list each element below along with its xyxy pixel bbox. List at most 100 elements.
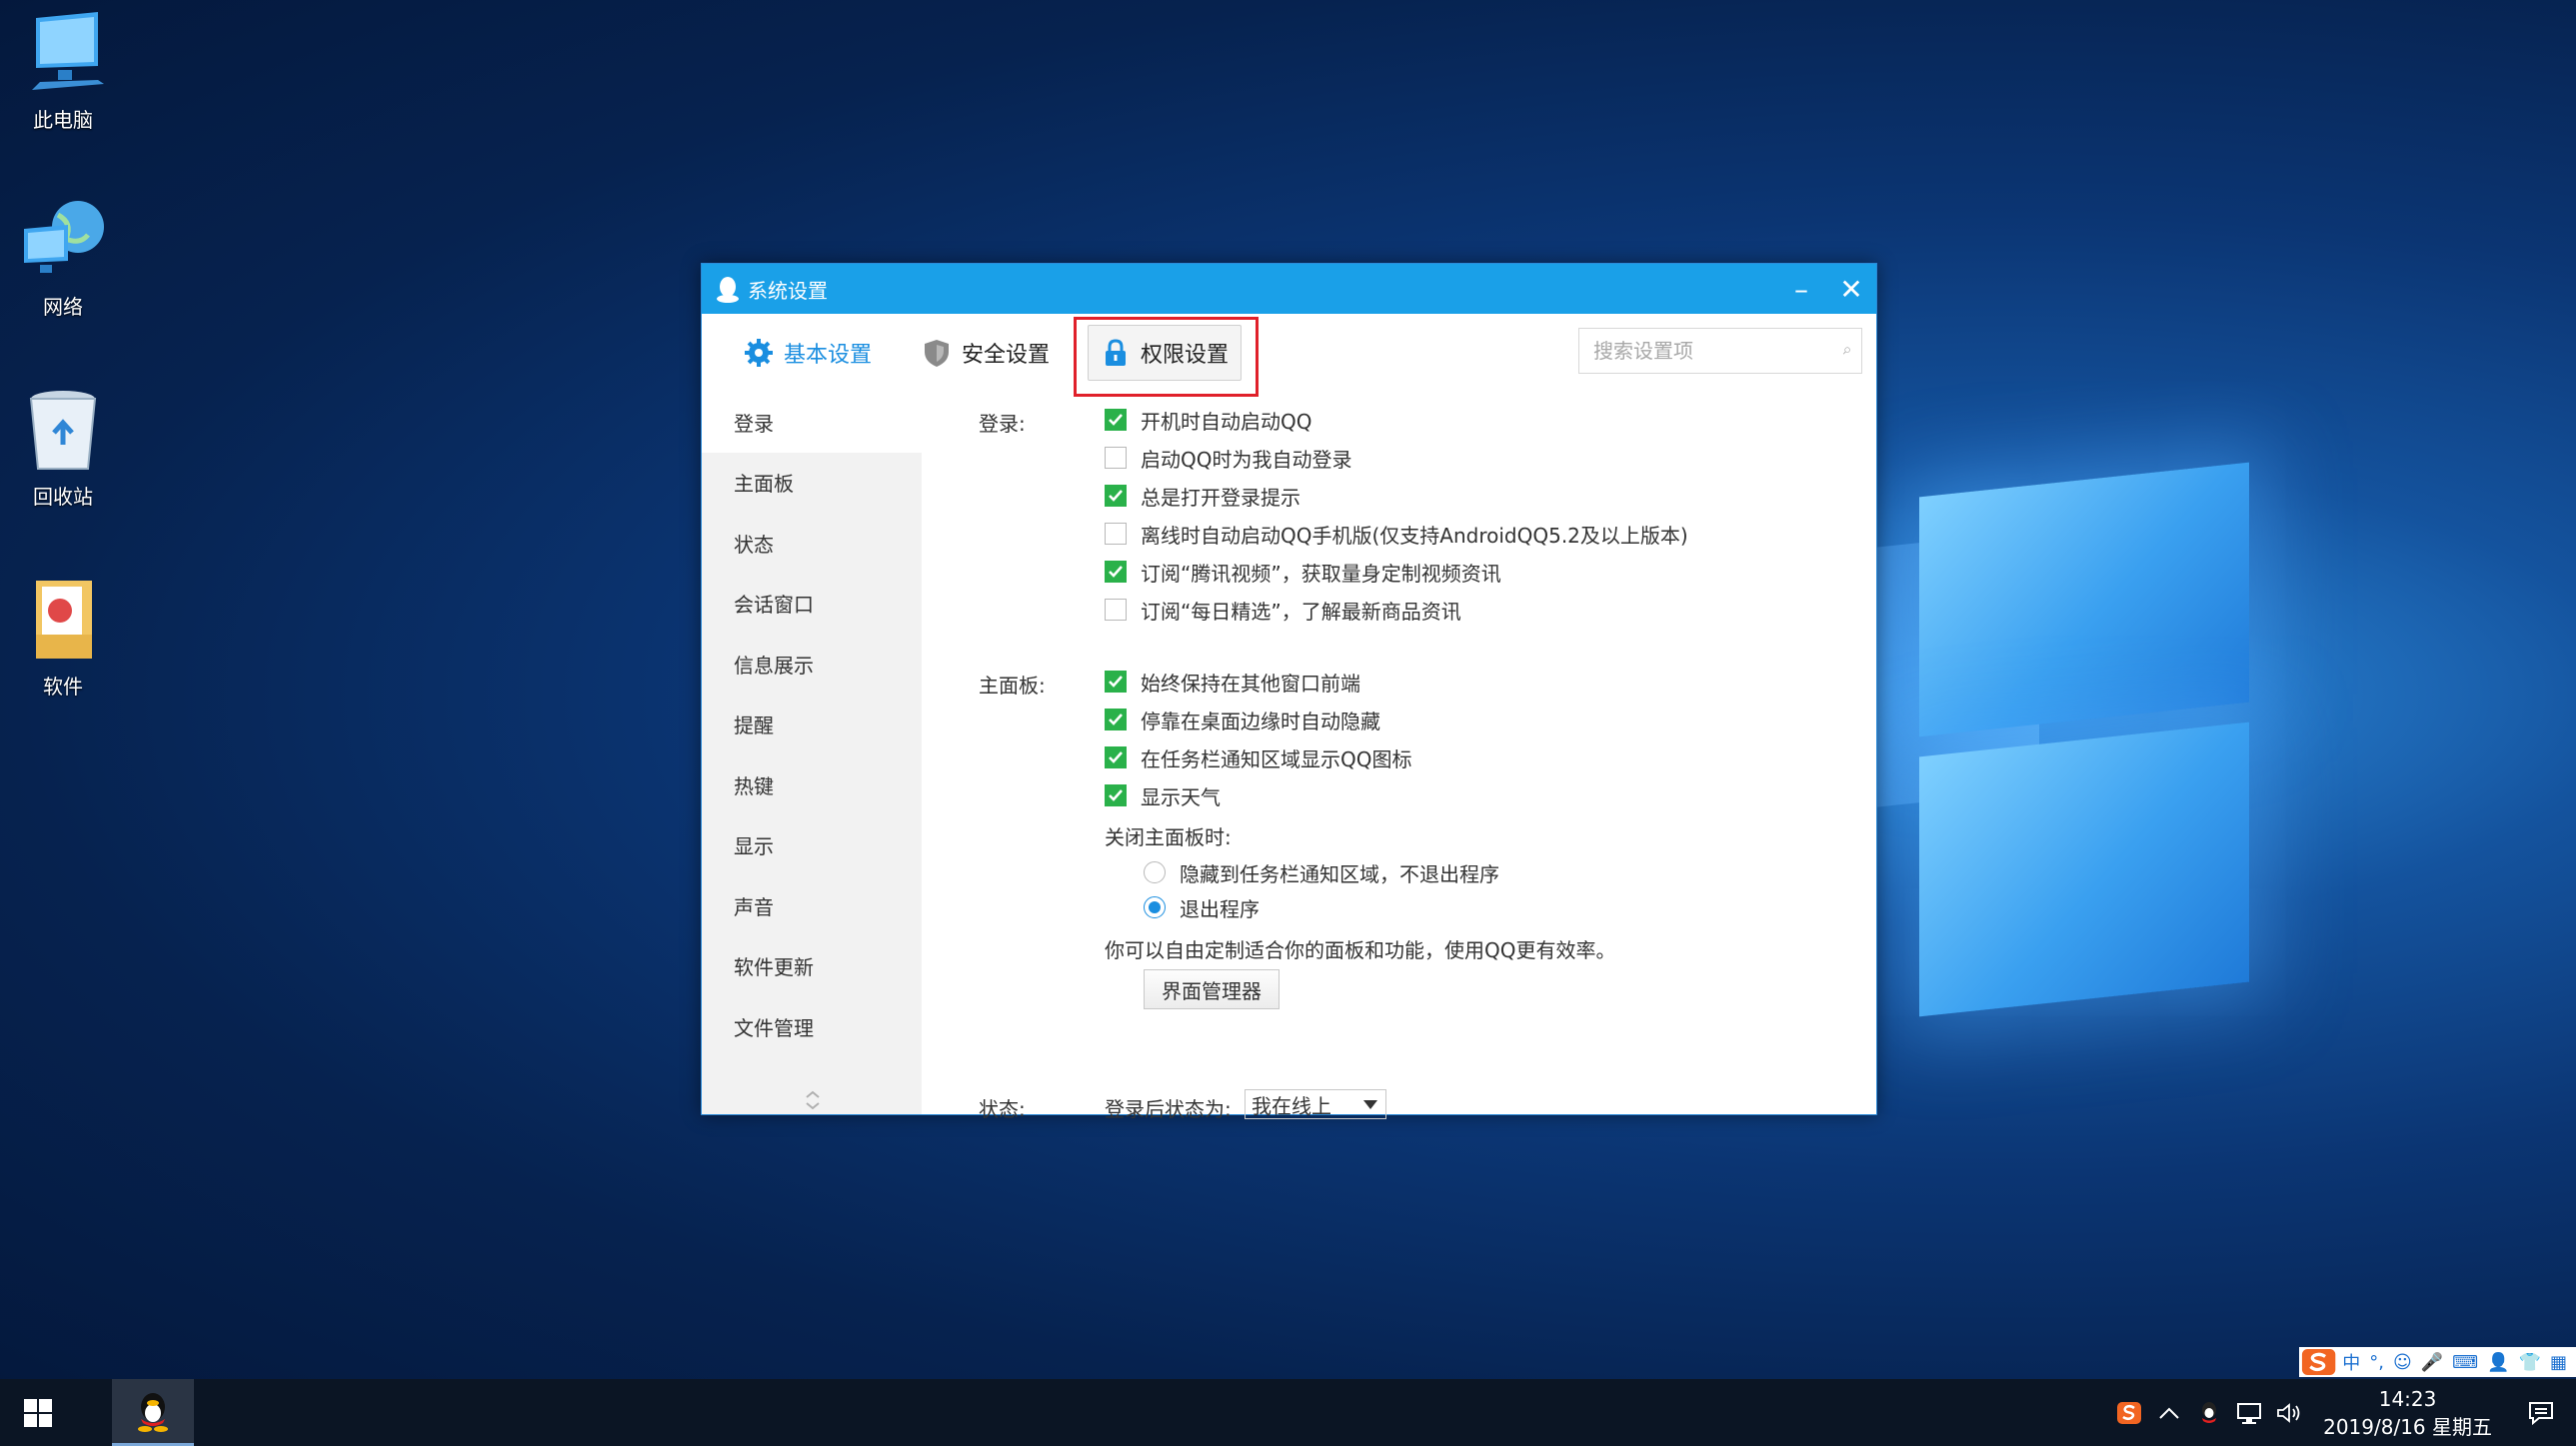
qq-tray-icon[interactable] bbox=[2189, 1379, 2229, 1446]
option-label: 开机时自动启动QQ bbox=[1141, 409, 1312, 434]
login-status-select[interactable]: 我在线上 bbox=[1245, 1089, 1386, 1119]
option-label: 离线时自动启动QQ手机版(仅支持AndroidQQ5.2及以上版本) bbox=[1141, 523, 1688, 548]
option-label: 始终保持在其他窗口前端 bbox=[1141, 671, 1360, 696]
sidebar-item-status[interactable]: 状态 bbox=[702, 513, 922, 574]
status-select-value: 我在线上 bbox=[1252, 1093, 1331, 1118]
clock-date: 2019/8/16 星期五 bbox=[2323, 1414, 2492, 1439]
radio-exit-program[interactable]: 退出程序 bbox=[1144, 892, 1260, 922]
option-always-on-top[interactable]: 始终保持在其他窗口前端 bbox=[1105, 667, 1360, 697]
sidebar-item-info-display[interactable]: 信息展示 bbox=[702, 634, 922, 695]
option-login-tips[interactable]: 总是打开登录提示 bbox=[1105, 481, 1300, 511]
sidebar-item-hotkeys[interactable]: 热键 bbox=[702, 754, 922, 815]
qq-penguin-icon bbox=[138, 1393, 168, 1432]
settings-search-box[interactable] bbox=[1578, 328, 1862, 374]
desktop-icon-recycle-bin[interactable]: 回收站 bbox=[8, 385, 118, 510]
radio-hide-to-tray[interactable]: 隐藏到任务栏通知区域，不退出程序 bbox=[1144, 857, 1499, 887]
desktop-icon-label: 网络 bbox=[43, 295, 83, 319]
checkbox[interactable] bbox=[1105, 409, 1127, 431]
desktop-icon-label: 软件 bbox=[43, 675, 83, 699]
option-show-tray-icon[interactable]: 在任务栏通知区域显示QQ图标 bbox=[1105, 742, 1411, 772]
start-button[interactable] bbox=[0, 1379, 75, 1446]
radio-button[interactable] bbox=[1144, 896, 1166, 918]
taskbar-clock[interactable]: 14:23 2019/8/16 星期五 bbox=[2309, 1385, 2506, 1441]
option-subscribe-daily-picks[interactable]: 订阅“每日精选”，了解最新商品资讯 bbox=[1105, 595, 1461, 625]
chevron-down-icon bbox=[1363, 1099, 1377, 1109]
volume-icon[interactable] bbox=[2269, 1379, 2309, 1446]
option-auto-login[interactable]: 启动QQ时为我自动登录 bbox=[1105, 443, 1351, 473]
interface-manager-button[interactable]: 界面管理器 bbox=[1144, 969, 1280, 1009]
checkbox[interactable] bbox=[1105, 671, 1127, 693]
ime-item[interactable]: 👕 bbox=[2519, 1352, 2541, 1373]
ime-toolbar: 中 °, ☺ 🎤 ⌨ 👤 👕 ▦ bbox=[2299, 1347, 2576, 1377]
gear-icon bbox=[745, 339, 773, 367]
checkbox[interactable] bbox=[1105, 599, 1127, 621]
section-label-status: 状态: bbox=[979, 1097, 1026, 1121]
section-label-login: 登录: bbox=[979, 412, 1026, 436]
computer-icon bbox=[18, 8, 108, 98]
sogou-tray-icon[interactable] bbox=[2109, 1379, 2149, 1446]
shield-icon bbox=[925, 340, 950, 367]
network-tray-icon[interactable] bbox=[2229, 1379, 2269, 1446]
option-label: 停靠在桌面边缘时自动隐藏 bbox=[1141, 709, 1380, 733]
option-show-weather[interactable]: 显示天气 bbox=[1105, 780, 1221, 810]
sogou-s-icon[interactable] bbox=[2301, 1347, 2336, 1377]
ime-item[interactable]: °, bbox=[2369, 1352, 2384, 1373]
ime-item[interactable]: ☺ bbox=[2393, 1352, 2412, 1373]
checkbox[interactable] bbox=[1105, 447, 1127, 469]
sidebar-item-software-update[interactable]: 软件更新 bbox=[702, 936, 922, 997]
red-highlight-annotation bbox=[1074, 317, 1259, 397]
checkbox[interactable] bbox=[1105, 746, 1127, 768]
search-icon[interactable] bbox=[1842, 336, 1851, 366]
tab-basic-settings[interactable]: 基本设置 bbox=[732, 325, 884, 381]
option-offline-mobile-qq[interactable]: 离线时自动启动QQ手机版(仅支持AndroidQQ5.2及以上版本) bbox=[1105, 519, 1688, 549]
ime-item[interactable]: 🎤 bbox=[2421, 1352, 2443, 1373]
option-label: 订阅“每日精选”，了解最新商品资讯 bbox=[1141, 599, 1461, 624]
option-label: 显示天气 bbox=[1141, 784, 1221, 809]
sidebar-item-file-management[interactable]: 文件管理 bbox=[702, 996, 922, 1057]
ime-item[interactable]: ⌨ bbox=[2452, 1352, 2478, 1373]
tab-label: 基本设置 bbox=[784, 343, 873, 368]
ime-item[interactable]: ▦ bbox=[2550, 1352, 2567, 1373]
dialog-titlebar[interactable]: 系统设置 – ✕ bbox=[702, 264, 1876, 314]
taskbar-app-qq[interactable] bbox=[112, 1379, 194, 1446]
option-label: 在任务栏通知区域显示QQ图标 bbox=[1141, 746, 1412, 771]
desktop-icon-label: 此电脑 bbox=[33, 108, 93, 132]
desktop-icon-software-folder[interactable]: 软件 bbox=[8, 575, 118, 700]
ime-item[interactable]: 👤 bbox=[2487, 1352, 2509, 1373]
desktop-icon-this-pc[interactable]: 此电脑 bbox=[8, 8, 118, 133]
option-label: 启动QQ时为我自动登录 bbox=[1141, 447, 1352, 472]
tab-security-settings[interactable]: 安全设置 bbox=[910, 325, 1062, 381]
sidebar-item-sound[interactable]: 声音 bbox=[702, 875, 922, 936]
checkbox[interactable] bbox=[1105, 561, 1127, 583]
checkbox[interactable] bbox=[1105, 523, 1127, 545]
sidebar-item-reminders[interactable]: 提醒 bbox=[702, 695, 922, 755]
ime-item[interactable]: 中 bbox=[2342, 1349, 2360, 1375]
clock-time: 14:23 bbox=[2378, 1386, 2437, 1411]
option-label: 订阅“腾讯视频”，获取量身定制视频资讯 bbox=[1141, 561, 1501, 586]
sidebar-item-login[interactable]: 登录 bbox=[702, 392, 922, 453]
radio-button[interactable] bbox=[1144, 861, 1166, 883]
sidebar-item-chat-window[interactable]: 会话窗口 bbox=[702, 574, 922, 635]
option-subscribe-tencent-video[interactable]: 订阅“腾讯视频”，获取量身定制视频资讯 bbox=[1105, 557, 1501, 587]
search-input[interactable] bbox=[1593, 339, 1842, 363]
qq-penguin-icon bbox=[717, 277, 739, 303]
checkbox[interactable] bbox=[1105, 784, 1127, 806]
settings-content: 登录: 开机时自动启动QQ 启动QQ时为我自动登录 总是打开登录提示 离线时自动… bbox=[922, 392, 1876, 1121]
scroll-more-icon[interactable] bbox=[802, 1088, 824, 1112]
settings-tabs: 基本设置 安全设置 权限设置 bbox=[702, 314, 1876, 397]
notification-center-icon[interactable] bbox=[2506, 1379, 2576, 1446]
option-autostart-qq[interactable]: 开机时自动启动QQ bbox=[1105, 405, 1311, 435]
sidebar-item-main-panel[interactable]: 主面板 bbox=[702, 453, 922, 514]
close-button[interactable]: ✕ bbox=[1826, 264, 1876, 314]
checkbox[interactable] bbox=[1105, 485, 1127, 507]
desktop-icon-label: 回收站 bbox=[33, 485, 93, 509]
option-label: 退出程序 bbox=[1180, 896, 1260, 921]
desktop-icon-network[interactable]: 网络 bbox=[8, 195, 118, 320]
chevron-up-icon[interactable] bbox=[2149, 1379, 2189, 1446]
close-panel-label: 关闭主面板时: bbox=[1105, 825, 1232, 849]
minimize-button[interactable]: – bbox=[1776, 264, 1826, 314]
sidebar-item-display[interactable]: 显示 bbox=[702, 815, 922, 876]
windows-logo-wallpaper bbox=[1879, 440, 2299, 1059]
checkbox[interactable] bbox=[1105, 709, 1127, 730]
option-auto-hide-edge[interactable]: 停靠在桌面边缘时自动隐藏 bbox=[1105, 705, 1380, 734]
